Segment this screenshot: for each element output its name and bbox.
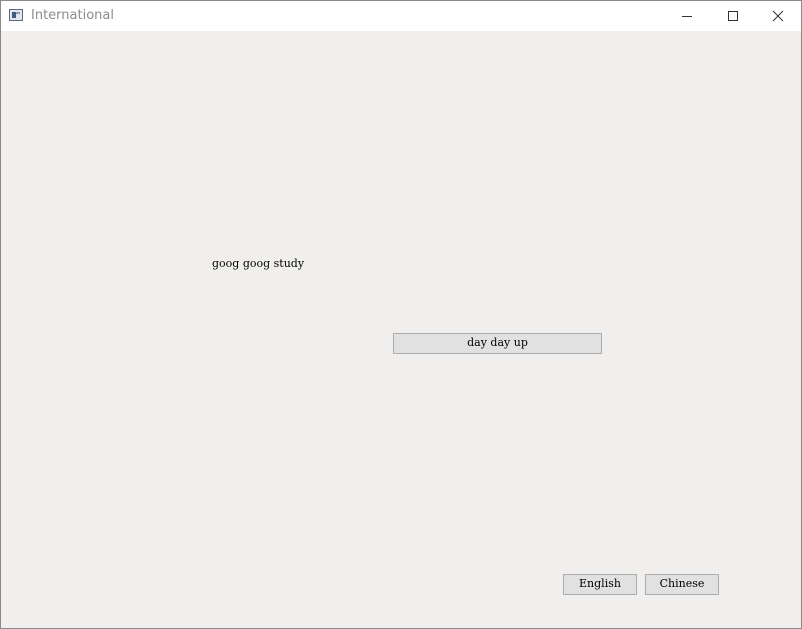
- close-icon: [772, 10, 784, 22]
- maximize-icon: [728, 11, 738, 21]
- day-day-up-button[interactable]: day day up: [393, 333, 602, 354]
- main-window: International goog goog study day day up…: [0, 0, 802, 629]
- window-title: International: [31, 8, 114, 23]
- study-label: goog goog study: [212, 257, 305, 270]
- app-window-icon: [9, 9, 23, 21]
- chinese-button[interactable]: Chinese: [645, 574, 719, 595]
- english-button[interactable]: English: [563, 574, 637, 595]
- minimize-button[interactable]: [664, 1, 710, 31]
- minimize-icon: [682, 16, 692, 17]
- title-bar[interactable]: International: [1, 1, 801, 31]
- close-button[interactable]: [755, 1, 801, 31]
- maximize-button[interactable]: [710, 1, 756, 31]
